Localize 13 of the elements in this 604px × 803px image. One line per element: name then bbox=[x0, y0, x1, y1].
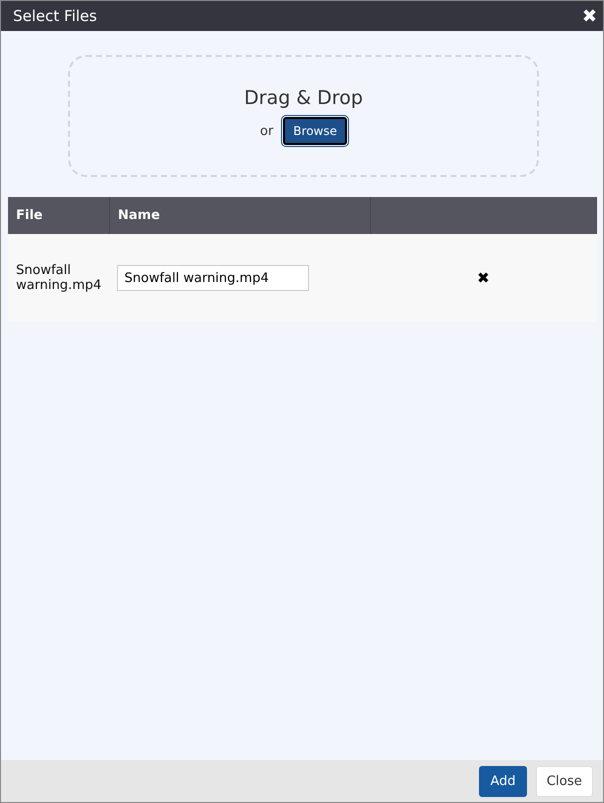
window-title: Select Files bbox=[13, 7, 97, 25]
or-label: or bbox=[260, 124, 274, 138]
name-field[interactable]: Snowfall warning.mp4 bbox=[117, 265, 310, 291]
close-dialog-button[interactable]: Close bbox=[536, 766, 593, 796]
add-button[interactable]: Add bbox=[479, 766, 527, 796]
table-cell: Snowfall warning.mp4 bbox=[8, 234, 110, 322]
browse-button[interactable]: Browse bbox=[283, 117, 347, 145]
remove-button[interactable]: ✖ bbox=[470, 268, 496, 288]
close-button[interactable]: ✖ bbox=[582, 5, 597, 27]
column-header: Name bbox=[109, 197, 370, 234]
drop-zone[interactable]: Drag & Drop or Browse bbox=[68, 55, 539, 177]
column-header: File bbox=[8, 197, 110, 234]
drop-zone-title: Drag & Drop bbox=[244, 87, 363, 109]
